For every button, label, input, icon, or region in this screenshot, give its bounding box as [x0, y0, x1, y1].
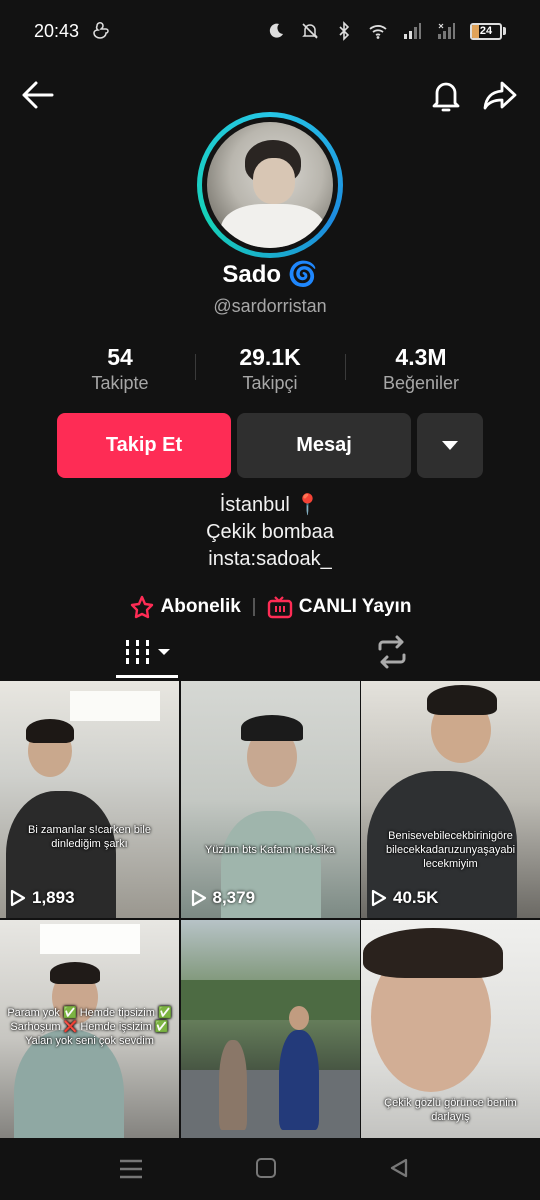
video-caption: Param yok ✅ Hemde tipsizim ✅ Sarhoşum ❌ …	[7, 1007, 172, 1047]
video-views: 8,379	[191, 888, 256, 908]
system-nav-bar	[0, 1138, 540, 1200]
live-link[interactable]: CANLI Yayın	[267, 595, 412, 619]
video-thumbnail[interactable]: Benisevebilecekbirinigöre bilecekkadaruz…	[361, 681, 540, 918]
live-label: CANLI Yayın	[298, 596, 412, 617]
stat-label: Beğeniler	[382, 373, 460, 393]
wifi-icon	[369, 25, 387, 39]
video-thumbnail[interactable]	[180, 920, 360, 1157]
subscription-label: Abonelik	[160, 596, 241, 617]
video-caption: Benisevebilecekbirinigöre bilecekkadaruz…	[385, 830, 516, 870]
bluetooth-icon	[339, 21, 350, 41]
stat-label: Takipçi	[242, 373, 298, 393]
view-count: 1,893	[32, 888, 75, 907]
play-icon	[191, 889, 206, 907]
bell-icon[interactable]	[426, 75, 466, 115]
mute-bell-icon	[302, 23, 318, 39]
status-time: 20:43	[34, 20, 80, 41]
video-caption: Çekik gözlü görünce benim darlayış	[384, 1097, 517, 1123]
play-icon	[10, 889, 26, 907]
view-count: 8,379	[212, 888, 256, 907]
video-grid: Bi zamanlar s!carken bile dinlediğim şar…	[0, 681, 540, 1157]
star-badge-icon	[130, 595, 153, 619]
moon-icon	[269, 23, 283, 38]
battery-indicator: 24	[470, 22, 506, 40]
more-options-button[interactable]	[417, 413, 483, 478]
video-caption: Bi zamanlar s!carken bile dinlediğim şar…	[28, 824, 151, 850]
play-icon	[371, 889, 387, 907]
content-tabs	[0, 628, 540, 680]
profile-links: Abonelik CANLI Yayın	[0, 590, 540, 624]
tab-videos[interactable]	[116, 628, 178, 678]
video-thumbnail[interactable]: Bi zamanlar s!carken bile dinlediğim şar…	[0, 681, 179, 918]
video-thumbnail[interactable]: Yüzüm bts Kafam meksika 8,379	[180, 681, 360, 918]
live-tv-icon	[267, 596, 292, 619]
bio-line: Çekik bombaa	[206, 521, 334, 543]
share-arrow-icon[interactable]	[480, 75, 520, 115]
caret-down-icon	[442, 441, 458, 450]
video-caption: Yüzüm bts Kafam meksika	[204, 844, 336, 856]
video-views: 40.5K	[371, 888, 438, 908]
bio-line: İstanbul 📍	[219, 494, 321, 516]
recent-apps-icon[interactable]	[118, 1158, 144, 1180]
video-thumbnail[interactable]: Çekik gözlü görünce benim darlayış	[361, 920, 540, 1157]
follow-button[interactable]: Takip Et	[57, 413, 231, 478]
stat-label: Takipte	[91, 373, 149, 393]
profile-stats: 54 Takipte 29.1K Takipçi 4.3M Beğeniler	[0, 344, 540, 400]
profile-bio: İstanbul 📍 Çekik bombaa insta:sadoak_	[0, 492, 540, 573]
view-count: 40.5K	[393, 888, 439, 907]
duck-notification-icon	[93, 22, 109, 39]
back-arrow-icon[interactable]	[18, 75, 58, 115]
video-thumbnail[interactable]: Param yok ✅ Hemde tipsizim ✅ Sarhoşum ❌ …	[0, 920, 179, 1157]
profile-name: Sado 🌀	[222, 261, 318, 288]
stat-value: 54	[107, 344, 133, 370]
stat-likes[interactable]: 4.3M Beğeniler	[346, 344, 496, 394]
status-bar: 20:43 24	[0, 0, 540, 62]
subscription-link[interactable]: Abonelik	[129, 595, 241, 619]
repost-icon[interactable]	[372, 632, 412, 672]
grid-bars-icon	[126, 640, 149, 664]
nav-back-icon[interactable]	[388, 1157, 410, 1179]
avatar	[207, 122, 333, 248]
bio-line: insta:sadoak_	[208, 548, 332, 570]
stat-following[interactable]: 54 Takipte	[45, 344, 195, 394]
video-views: 1,893	[10, 888, 75, 908]
caret-down-icon	[158, 649, 170, 655]
stat-value: 4.3M	[395, 344, 447, 370]
stat-value: 29.1K	[239, 344, 301, 370]
avatar-story-ring[interactable]	[197, 112, 343, 258]
stat-followers[interactable]: 29.1K Takipçi	[195, 344, 345, 394]
battery-level: 24	[479, 25, 493, 37]
profile-handle: @sardorristan	[213, 296, 327, 316]
signal-icon-2	[438, 23, 455, 39]
signal-icon	[404, 23, 421, 39]
home-icon[interactable]	[256, 1158, 276, 1178]
message-button[interactable]: Mesaj	[237, 413, 411, 478]
